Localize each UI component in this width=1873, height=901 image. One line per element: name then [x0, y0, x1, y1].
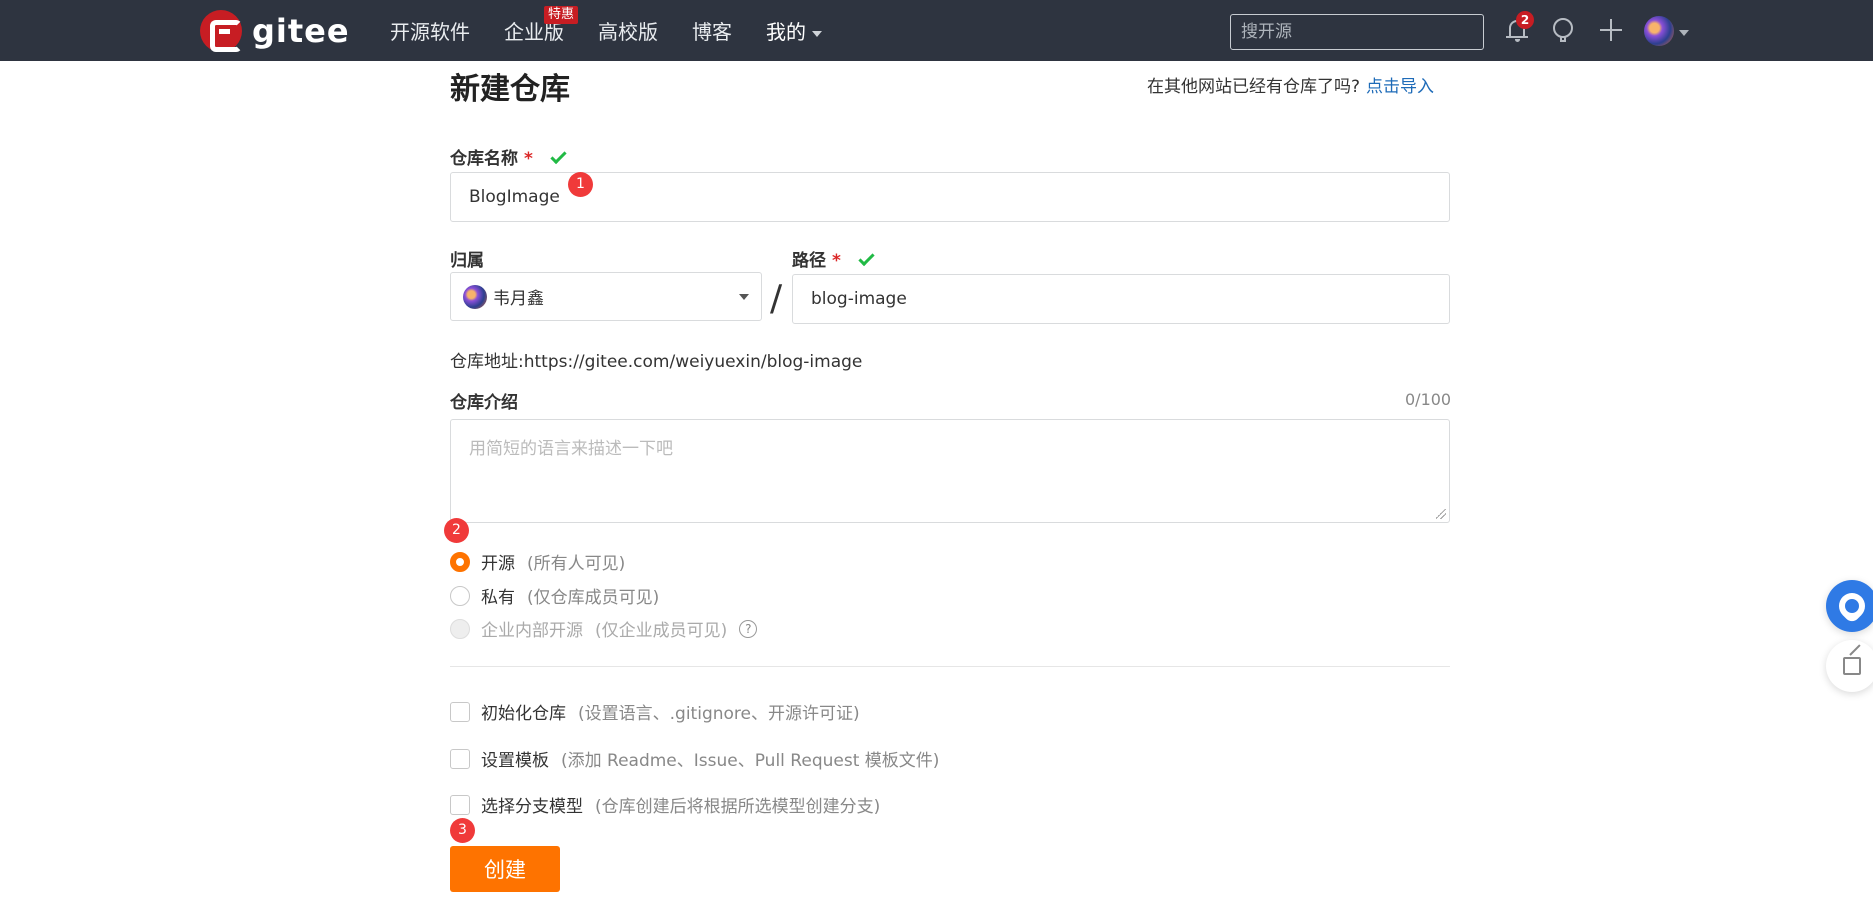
radio-label: 私有 — [481, 588, 515, 608]
nav-label: 我的 — [766, 20, 806, 44]
top-navbar: gitee 开源软件 企业版 特惠 高校版 博客 我的 2 — [0, 0, 1873, 61]
checkbox-hint: (设置语言、.gitignore、开源许可证) — [578, 704, 860, 724]
checkbox-label: 选择分支模型 — [481, 797, 583, 817]
visibility-enterprise: 企业内部开源 (仅企业成员可见) ? — [450, 616, 758, 641]
radio-hint: (仅企业成员可见) — [595, 621, 728, 641]
radio-button[interactable] — [450, 551, 470, 572]
plus-icon[interactable] — [1598, 17, 1624, 43]
radio-button[interactable] — [450, 585, 470, 606]
divider — [450, 666, 1450, 667]
label-text: 仓库名称 — [450, 149, 518, 169]
option-branch-model[interactable]: 选择分支模型 (仓库创建后将根据所选模型创建分支) — [450, 792, 880, 817]
radio-hint: (所有人可见) — [527, 554, 626, 574]
nav-enterprise[interactable]: 企业版 特惠 — [504, 6, 579, 45]
nav-education[interactable]: 高校版 — [598, 16, 658, 45]
description-placeholder: 用简短的语言来描述一下吧 — [469, 439, 673, 459]
required-mark: * — [524, 149, 533, 169]
step-marker-1: 1 — [568, 172, 593, 197]
nav-label: 高校版 — [598, 20, 658, 44]
gitee-logo[interactable]: gitee — [200, 10, 350, 52]
visibility-private[interactable]: 私有 (仅仓库成员可见) — [450, 583, 659, 608]
option-init-repo[interactable]: 初始化仓库 (设置语言、.gitignore、开源许可证) — [450, 699, 860, 724]
nav-label: 博客 — [692, 20, 732, 44]
option-template[interactable]: 设置模板 (添加 Readme、Issue、Pull Request 模板文件) — [450, 746, 939, 771]
checkbox[interactable] — [450, 794, 470, 815]
radio-button — [450, 618, 470, 639]
repo-name-value: BlogImage — [469, 187, 560, 207]
chat-assistant-icon[interactable] — [1826, 580, 1873, 632]
repo-url: 仓库地址:https://gitee.com/weiyuexin/blog-im… — [450, 352, 863, 372]
visibility-public[interactable]: 开源 (所有人可见) — [450, 549, 625, 574]
checkbox-label: 设置模板 — [481, 751, 549, 771]
logo-text: gitee — [252, 12, 350, 50]
import-tip: 在其他网站已经有仓库了吗? 点击导入 — [1147, 72, 1434, 97]
checkbox[interactable] — [450, 701, 470, 722]
nav-blog[interactable]: 博客 — [692, 16, 732, 45]
checkbox-hint: (仓库创建后将根据所选模型创建分支) — [595, 797, 881, 817]
chevron-down-icon — [739, 294, 749, 300]
checkbox-hint: (添加 Readme、Issue、Pull Request 模板文件) — [561, 751, 940, 771]
nav-mine-dropdown[interactable]: 我的 — [766, 16, 822, 45]
bulb-icon[interactable] — [1550, 17, 1576, 43]
description-counter: 0/100 — [1405, 390, 1452, 409]
avatar — [463, 284, 487, 309]
checkbox-label: 初始化仓库 — [481, 704, 566, 724]
radio-hint: (仅仓库成员可见) — [527, 588, 660, 608]
path-input[interactable]: blog-image — [792, 274, 1450, 324]
promo-badge: 特惠 — [544, 6, 579, 24]
main-nav: 开源软件 企业版 特惠 高校版 博客 我的 — [390, 0, 856, 61]
required-mark: * — [832, 251, 841, 271]
gitee-logo-icon — [200, 10, 242, 52]
description-label: 仓库介绍 — [450, 393, 518, 413]
search-input[interactable] — [1230, 14, 1484, 50]
path-value: blog-image — [811, 289, 907, 309]
radio-label: 企业内部开源 — [481, 621, 583, 641]
chevron-down-icon — [812, 30, 822, 37]
check-icon — [858, 249, 875, 267]
repo-name-label: 仓库名称 * — [450, 144, 567, 169]
import-tip-text: 在其他网站已经有仓库了吗? — [1147, 77, 1361, 97]
step-marker-2: 2 — [444, 518, 469, 543]
path-separator: / — [770, 278, 783, 319]
path-label: 路径 * — [792, 246, 875, 271]
label-text: 路径 — [792, 251, 826, 271]
owner-label: 归属 — [450, 251, 484, 271]
description-textarea[interactable]: 用简短的语言来描述一下吧 — [450, 419, 1450, 523]
checkbox[interactable] — [450, 748, 470, 769]
radio-label: 开源 — [481, 554, 515, 574]
share-icon[interactable] — [1826, 640, 1873, 692]
owner-select[interactable]: 韦月鑫 — [450, 272, 762, 321]
help-icon[interactable]: ? — [739, 619, 758, 638]
page-title: 新建仓库 — [450, 72, 570, 107]
repo-name-input[interactable]: BlogImage — [450, 172, 1450, 222]
nav-open-source[interactable]: 开源软件 — [390, 16, 470, 45]
avatar[interactable] — [1644, 16, 1674, 46]
owner-value: 韦月鑫 — [493, 289, 544, 309]
notification-count-badge: 2 — [1516, 11, 1534, 29]
import-link[interactable]: 点击导入 — [1366, 77, 1434, 97]
nav-label: 开源软件 — [390, 20, 470, 44]
resize-handle-icon[interactable] — [1436, 509, 1446, 519]
chevron-down-icon[interactable] — [1679, 30, 1689, 36]
create-button[interactable]: 创建 — [450, 846, 560, 892]
check-icon — [550, 147, 567, 165]
step-marker-3: 3 — [450, 818, 475, 843]
